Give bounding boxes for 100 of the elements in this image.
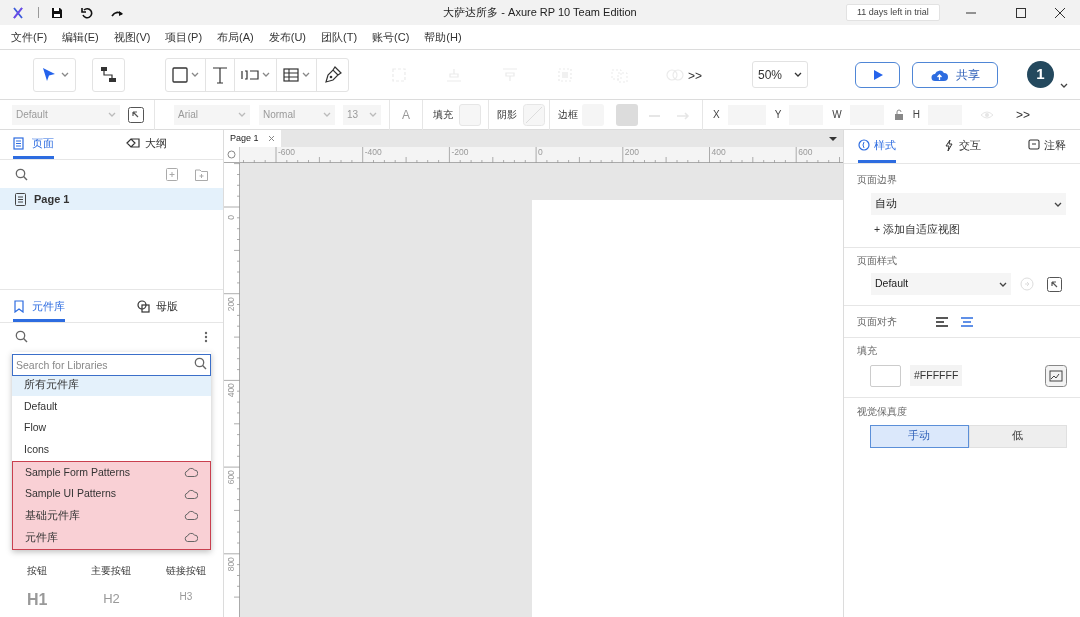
overflow-button[interactable]: >>: [1016, 105, 1031, 124]
pen-icon: [323, 65, 342, 84]
widget-label[interactable]: 链接按钮: [148, 562, 223, 578]
align-center-icon[interactable]: [961, 316, 973, 327]
library-item[interactable]: 所有元件库: [12, 374, 211, 396]
menu-item[interactable]: 编辑(E): [62, 28, 99, 46]
ruler-label: -200: [451, 148, 469, 157]
coordinate-label: H: [912, 108, 921, 122]
cloud-icon: [184, 467, 198, 479]
lock-icon[interactable]: [893, 108, 904, 121]
color-field[interactable]: #FFFFFF: [910, 365, 963, 386]
tool-button[interactable]: [92, 57, 125, 92]
panel-tab[interactable]: 母版: [137, 293, 178, 322]
caret-icon: [191, 72, 199, 77]
save-icon[interactable]: [51, 6, 63, 19]
library-item[interactable]: Sample UI Patterns: [13, 483, 210, 506]
style-edit-icon[interactable]: [1047, 276, 1062, 292]
outline-icon: [126, 136, 140, 150]
comment-icon: [1028, 138, 1040, 152]
style-edit-icon[interactable]: [128, 106, 144, 123]
caret-icon: [238, 112, 246, 117]
dropdown-field[interactable]: 自动: [871, 193, 1066, 216]
ruler-label: 600: [226, 469, 236, 487]
panel-tab[interactable]: 注释: [1028, 130, 1066, 163]
shadow-swatch[interactable]: [523, 103, 545, 126]
color-swatch[interactable]: [616, 103, 638, 126]
panel-tab[interactable]: 元件库: [13, 293, 65, 322]
section-label: 页面对齐: [857, 314, 897, 329]
add-page-icon[interactable]: [166, 167, 178, 181]
library-item[interactable]: Sample Form Patterns: [13, 461, 210, 484]
menu-item[interactable]: 文件(F): [11, 28, 48, 46]
coordinate-label: X: [713, 108, 720, 122]
image-fill-icon[interactable]: [1045, 364, 1067, 387]
menu-item[interactable]: 布局(A): [217, 28, 254, 46]
caret-icon: [108, 112, 116, 117]
caret-icon: [262, 72, 270, 77]
master-icon: [137, 299, 151, 313]
ruler-label: 400: [226, 382, 236, 400]
search-field[interactable]: Search for Libraries: [12, 354, 211, 376]
menu-item[interactable]: 帮助(H): [424, 28, 462, 46]
play-icon: [872, 69, 883, 81]
search-icon[interactable]: [15, 330, 28, 343]
maximize-icon[interactable]: [1016, 7, 1026, 18]
overflow-button[interactable]: >>: [688, 67, 702, 85]
panel-tab[interactable]: 大纲: [126, 130, 167, 159]
ruler-label: 200: [226, 295, 236, 314]
fidelity-option[interactable]: 手动: [870, 424, 969, 448]
menu-item[interactable]: 团队(T): [321, 28, 358, 46]
canvas-tab[interactable]: Page 1: [224, 130, 281, 147]
ruler-label: 600: [798, 148, 813, 157]
page-item[interactable]: Page 1: [0, 188, 223, 210]
widget-label[interactable]: 主要按钮: [74, 562, 149, 578]
library-item[interactable]: Default: [12, 395, 211, 418]
caret-icon: [369, 112, 377, 117]
add-view-link[interactable]: + 添加自适应视图: [874, 222, 961, 238]
ruler-origin-icon[interactable]: [227, 150, 236, 159]
dropdown-field[interactable]: Default: [871, 273, 1011, 296]
undo-icon[interactable]: [81, 6, 93, 19]
zoom-select[interactable]: 50%: [752, 61, 808, 88]
bookmark-icon: [13, 299, 27, 313]
dropdown-arrow-icon[interactable]: [829, 137, 837, 141]
library-item[interactable]: Flow: [12, 417, 211, 440]
widget-label[interactable]: 按钮: [0, 562, 75, 578]
menu-item[interactable]: 账号(C): [372, 28, 410, 46]
library-item[interactable]: 元件库: [13, 526, 210, 549]
caret-icon: [323, 112, 331, 117]
ruler-label: 0: [226, 213, 236, 222]
search-icon[interactable]: [15, 167, 28, 181]
page-icon: [13, 136, 27, 150]
menu-item[interactable]: 发布(U): [268, 28, 306, 46]
avatar[interactable]: 1: [1027, 61, 1054, 88]
more-icon[interactable]: [204, 330, 208, 343]
color-swatch[interactable]: [870, 364, 901, 387]
section-label: 视觉保真度: [857, 404, 908, 419]
rectangle-icon: [172, 66, 188, 83]
caret-icon: [302, 72, 310, 77]
library-item[interactable]: 基础元件库: [13, 505, 210, 527]
section-label: 页面边界: [857, 173, 898, 187]
align-left-icon[interactable]: [936, 316, 948, 327]
table-icon: [283, 66, 299, 83]
section-label: 填充: [857, 344, 878, 359]
panel-tab[interactable]: 交互: [943, 130, 981, 163]
menu-item[interactable]: 项目(P): [165, 28, 203, 46]
coordinate-label: Y: [774, 108, 782, 122]
caret-icon: [999, 281, 1007, 287]
fill-label: 填充: [433, 108, 453, 122]
library-item[interactable]: Icons: [12, 439, 211, 461]
add-folder-icon[interactable]: [195, 167, 208, 181]
share-button[interactable]: 共享: [912, 62, 998, 88]
coordinate-label: W: [832, 108, 842, 122]
text-tool-icon: [212, 65, 228, 84]
menu-item[interactable]: 视图(V): [113, 28, 151, 46]
search-icon[interactable]: [194, 357, 207, 370]
close-icon[interactable]: [1055, 7, 1065, 18]
panel-tab[interactable]: 样式: [858, 130, 896, 163]
panel-tab[interactable]: 页面: [13, 130, 54, 159]
border-label: 边框: [558, 108, 578, 122]
preview-button[interactable]: [855, 62, 900, 88]
fidelity-option[interactable]: 低: [968, 424, 1067, 448]
color-swatch[interactable]: [459, 103, 481, 126]
